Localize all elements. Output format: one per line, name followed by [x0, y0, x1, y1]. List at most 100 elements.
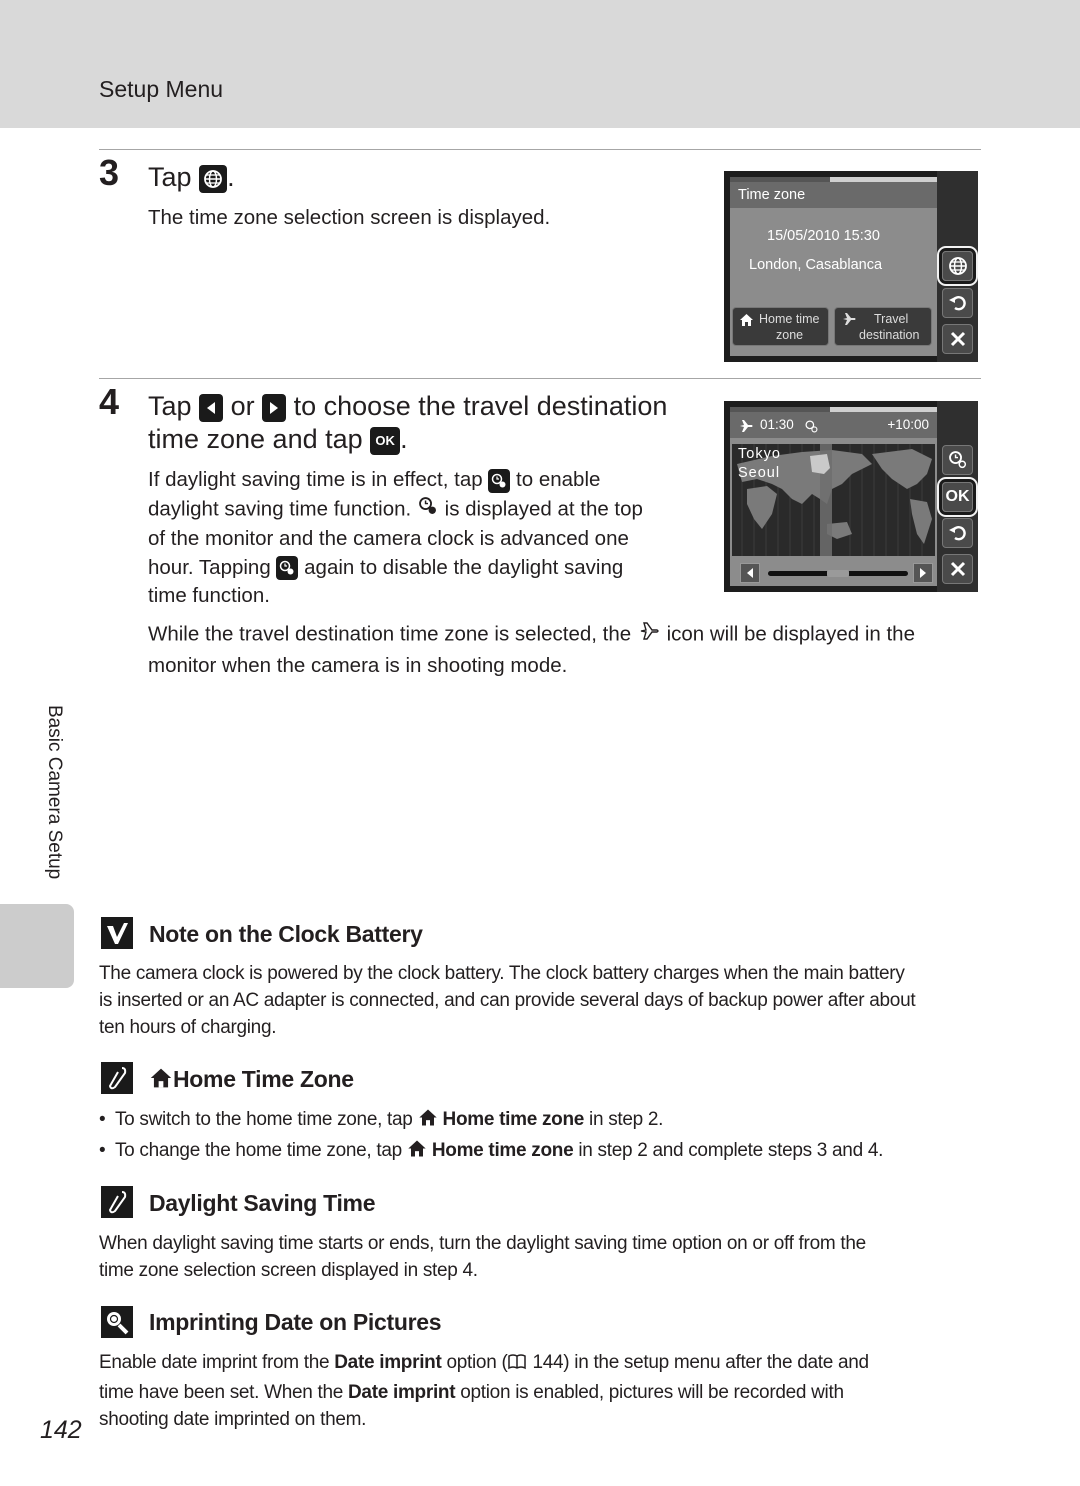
- page-reference-link[interactable]: 144) in the setup menu after the date an…: [532, 1352, 869, 1373]
- paragraph-line: If daylight saving time is in effect, ta…: [148, 466, 643, 495]
- travel-destination-button[interactable]: Travel destination: [834, 307, 932, 346]
- ok-icon: OK: [370, 426, 401, 455]
- step-title-line2: time zone and tap OK.: [148, 423, 408, 456]
- bold-text: Home time zone: [431, 1140, 574, 1161]
- airplane-icon: [738, 417, 754, 443]
- home-icon: [407, 1139, 427, 1166]
- undo-icon: [948, 296, 966, 311]
- dst-button[interactable]: [942, 445, 973, 475]
- bullet-dot: •: [99, 1109, 111, 1130]
- note-title: Imprinting Date on Pictures: [149, 1309, 442, 1335]
- step-description: The time zone selection screen is displa…: [148, 206, 551, 229]
- slider-thumb[interactable]: [827, 570, 849, 577]
- bullet-item: • To switch to the home time zone, tap H…: [99, 1106, 663, 1135]
- city-list: Tokyo Seoul: [738, 445, 781, 483]
- text: Enable date imprint from the: [99, 1352, 330, 1373]
- globe-icon: [199, 164, 228, 193]
- pencil-icon: [101, 1062, 133, 1094]
- text: To change the home time zone, tap: [114, 1140, 402, 1161]
- check-icon: [101, 917, 133, 949]
- text: again to disable the daylight saving: [304, 555, 624, 579]
- screen-time: 01:30: [760, 417, 794, 432]
- camera-screen-world-map: 01:30 +10:00 Tokyo Seoul OK: [724, 401, 978, 592]
- note-line: time have been set. When the Date imprin…: [99, 1379, 869, 1406]
- travel-indicator-icon: [637, 619, 661, 652]
- chapter-tab: [0, 904, 74, 988]
- text: daylight saving time function.: [148, 497, 412, 521]
- step-title-end: .: [227, 162, 235, 192]
- divider: [99, 149, 981, 150]
- dst-indicator-icon: [804, 417, 819, 443]
- divider: [99, 378, 981, 379]
- home-time-zone-button[interactable]: Home time zone: [732, 307, 829, 346]
- text: If daylight saving time is in effect, ta…: [148, 468, 483, 491]
- screen-side-panel: [937, 171, 978, 362]
- screen-side-panel: OK: [937, 401, 978, 592]
- bold-text: Date imprint: [348, 1382, 456, 1403]
- screen-city: London, Casablanca: [749, 257, 883, 273]
- paragraph-line: of the monitor and the camera clock is a…: [148, 527, 629, 550]
- right-arrow-icon: [262, 393, 287, 422]
- travel-button-line2: destination: [859, 328, 920, 342]
- undo-button[interactable]: [942, 288, 973, 318]
- dst-icon: [488, 468, 511, 493]
- left-arrow-icon: [199, 393, 224, 422]
- screen-main: Time zone 15/05/2010 15:30 London, Casab…: [730, 177, 937, 356]
- note-body: Enable date imprint from the Date imprin…: [99, 1349, 869, 1433]
- text: to enable: [516, 468, 601, 491]
- close-icon: [950, 561, 965, 577]
- text: in step 2 and complete steps 3 and 4.: [578, 1140, 884, 1161]
- note-line: is inserted or an AC adapter is connecte…: [99, 990, 916, 1011]
- note-body: The camera clock is powered by the clock…: [99, 960, 916, 1041]
- bullet-dot: •: [99, 1140, 111, 1161]
- text: time have been set. When the: [99, 1382, 344, 1403]
- travel-button-line1: Travel: [874, 312, 909, 326]
- text: hour. Tapping: [148, 555, 271, 579]
- step-title-text: Tap: [148, 391, 192, 421]
- bullet-item: • To change the home time zone, tap Home…: [99, 1137, 883, 1166]
- city-name: Tokyo: [738, 446, 781, 462]
- step-title: Tap or to choose the travel destination: [148, 390, 667, 423]
- chapter-label: Basic Camera Setup: [44, 705, 65, 880]
- camera-screen-time-zone: Time zone 15/05/2010 15:30 London, Casab…: [724, 171, 978, 362]
- step-title-text: to choose the travel destination: [293, 391, 668, 421]
- note-title: Home Time Zone: [149, 1066, 354, 1095]
- zone-slider[interactable]: [768, 570, 908, 577]
- ok-button[interactable]: OK: [939, 479, 976, 515]
- dst-paragraph: If daylight saving time is in effect, ta…: [148, 466, 643, 611]
- paragraph-line: time function.: [148, 584, 270, 607]
- prev-zone-button[interactable]: [740, 563, 760, 583]
- text: option (: [446, 1352, 508, 1373]
- home-icon: [418, 1108, 438, 1135]
- undo-button[interactable]: [942, 518, 973, 548]
- step-title-text: time zone and tap: [148, 424, 363, 454]
- book-icon: [507, 1352, 527, 1379]
- note-line: The camera clock is powered by the clock…: [99, 963, 905, 984]
- note-line: time zone selection screen displayed in …: [99, 1260, 478, 1281]
- close-icon: [950, 331, 965, 347]
- pencil-icon: [101, 1186, 133, 1218]
- note-line: ten hours of charging.: [99, 1017, 277, 1038]
- paragraph-line: hour. Tapping again to disable the dayli…: [148, 554, 643, 583]
- text: in step 2.: [589, 1109, 664, 1130]
- note-title-text: Home Time Zone: [173, 1066, 354, 1092]
- step-title-end: .: [400, 424, 408, 454]
- globe-button[interactable]: [939, 248, 976, 284]
- world-map[interactable]: Tokyo Seoul: [732, 444, 935, 556]
- note-line: shooting date imprinted on them.: [99, 1409, 367, 1430]
- note-line: When daylight saving time starts or ends…: [99, 1233, 866, 1254]
- home-icon: [149, 1067, 173, 1095]
- note-title: Daylight Saving Time: [149, 1190, 376, 1216]
- dst-icon: [948, 451, 966, 469]
- section-title: Setup Menu: [99, 76, 224, 102]
- close-button[interactable]: [942, 554, 973, 584]
- step-title-or: or: [230, 391, 255, 421]
- text: is displayed at the top: [444, 497, 643, 521]
- page-number: 142: [40, 1416, 82, 1444]
- bold-text: Date imprint: [334, 1352, 442, 1373]
- next-zone-button[interactable]: [913, 563, 933, 583]
- close-button[interactable]: [942, 324, 973, 354]
- screen-offset: +10:00: [887, 417, 929, 432]
- home-icon: [739, 313, 754, 331]
- note-line: Enable date imprint from the Date imprin…: [99, 1349, 869, 1379]
